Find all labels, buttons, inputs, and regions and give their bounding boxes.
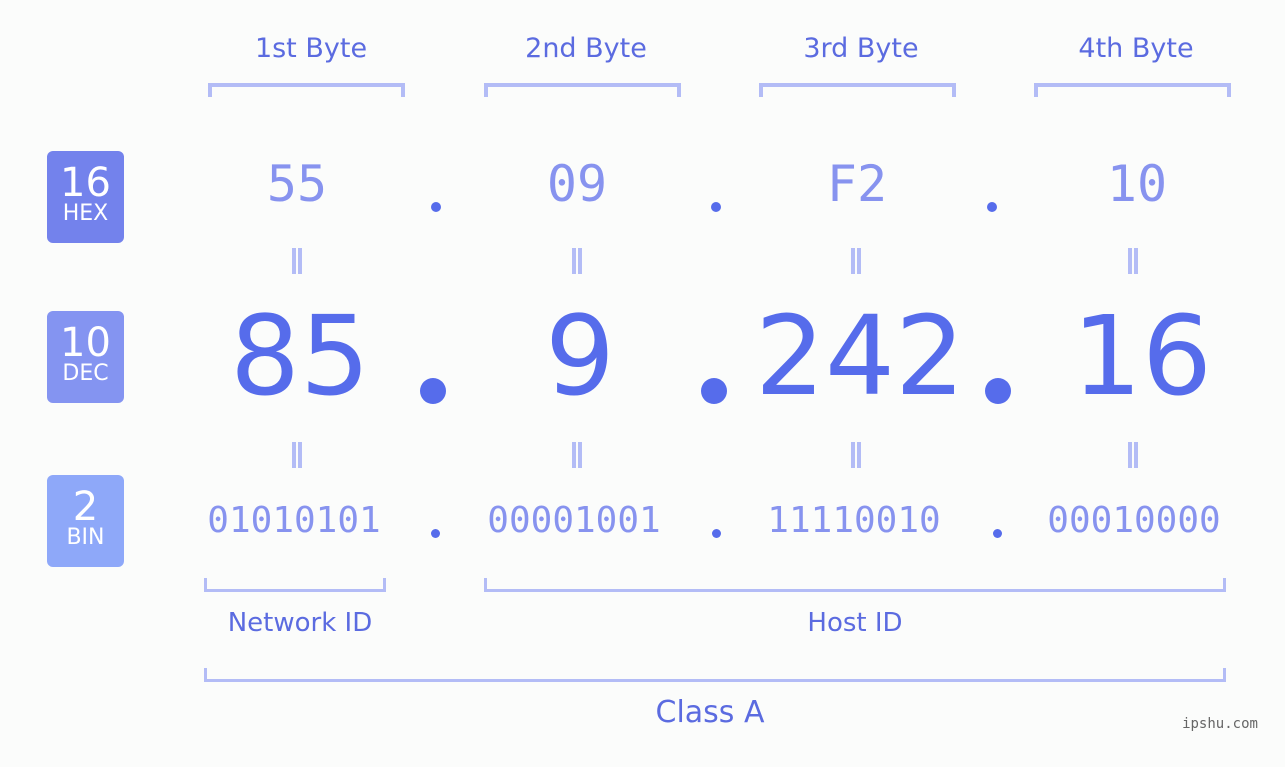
equals-icon — [572, 248, 582, 274]
bin-dot-3 — [993, 529, 1002, 538]
bin-octet-1: 01010101 — [207, 500, 381, 541]
dec-dot-3 — [985, 378, 1011, 404]
hex-octet-3: F2 — [826, 155, 888, 213]
host-id-bracket — [484, 578, 1226, 592]
equals-icon — [292, 248, 302, 274]
bin-badge-label: BIN — [66, 525, 105, 550]
byte-header-3: 3rd Byte — [803, 33, 919, 64]
bin-dot-1 — [431, 529, 440, 538]
dec-badge-number: 10 — [60, 320, 111, 366]
network-id-label: Network ID — [227, 608, 373, 638]
bin-octet-2: 00001001 — [487, 500, 661, 541]
class-label: Class A — [655, 695, 765, 730]
hex-octet-4: 10 — [1106, 155, 1168, 213]
byte-bracket-2 — [484, 83, 681, 97]
hex-badge-label: HEX — [62, 201, 109, 226]
equals-icon — [1128, 248, 1138, 274]
equals-icon — [572, 442, 582, 468]
dec-octet-2: 9 — [545, 292, 615, 420]
byte-header-1: 1st Byte — [254, 33, 368, 64]
hex-dot-2 — [711, 202, 721, 212]
byte-bracket-4 — [1034, 83, 1231, 97]
bin-badge: 2 BIN — [47, 475, 124, 567]
class-bracket — [204, 668, 1226, 682]
dec-dot-2 — [701, 378, 727, 404]
dec-octet-4: 16 — [1072, 292, 1212, 420]
watermark: ipshu.com — [1182, 716, 1258, 732]
dec-octet-3: 242 — [755, 292, 965, 420]
dec-badge-label: DEC — [62, 361, 109, 386]
byte-header-4: 4th Byte — [1078, 33, 1194, 64]
equals-icon — [1128, 442, 1138, 468]
hex-badge-number: 16 — [60, 160, 111, 206]
bin-octet-4: 00010000 — [1047, 500, 1221, 541]
hex-badge: 16 HEX — [47, 151, 124, 243]
bin-octet-3: 11110010 — [767, 500, 941, 541]
hex-octet-2: 09 — [546, 155, 608, 213]
dec-octet-1: 85 — [230, 292, 370, 420]
equals-icon — [851, 248, 861, 274]
network-id-bracket — [204, 578, 386, 592]
hex-dot-3 — [987, 202, 997, 212]
dec-dot-1 — [420, 378, 446, 404]
bin-dot-2 — [712, 529, 721, 538]
bin-badge-number: 2 — [72, 484, 99, 530]
hex-octet-1: 55 — [266, 155, 328, 213]
byte-bracket-3 — [759, 83, 956, 97]
hex-dot-1 — [431, 202, 441, 212]
host-id-label: Host ID — [807, 608, 903, 638]
equals-icon — [292, 442, 302, 468]
byte-header-2: 2nd Byte — [525, 33, 647, 64]
equals-icon — [851, 442, 861, 468]
byte-bracket-1 — [208, 83, 405, 97]
dec-badge: 10 DEC — [47, 311, 124, 403]
